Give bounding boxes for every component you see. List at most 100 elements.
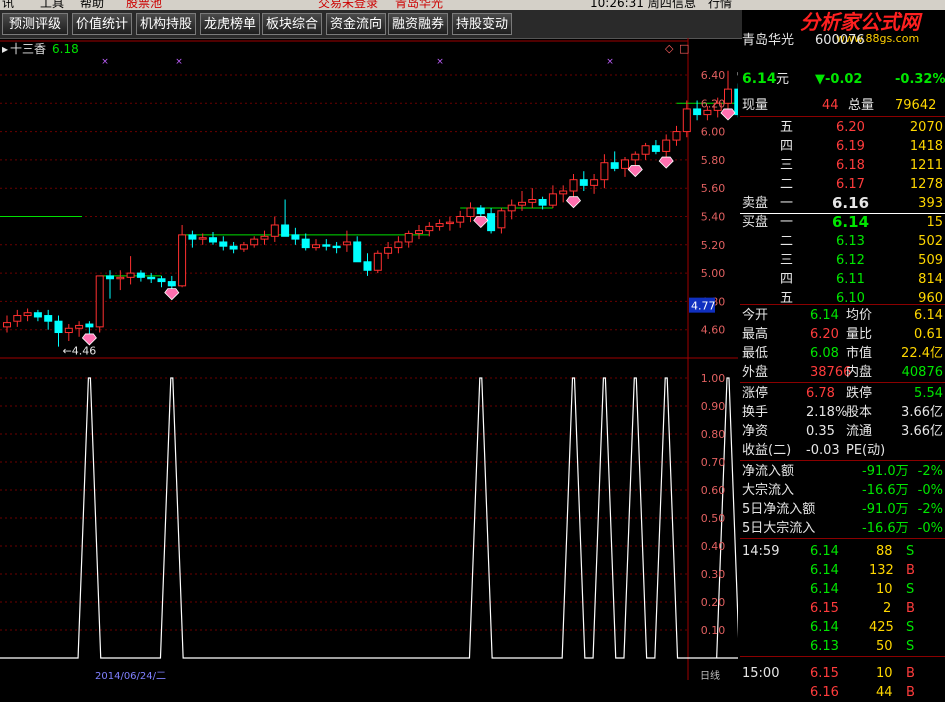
tab-forecast-rating[interactable]: 预测评级	[2, 13, 68, 35]
flow-pct: -2%	[917, 464, 943, 479]
menu-item-quote[interactable]: 行情	[708, 0, 732, 10]
menu-item-info[interactable]: 信息	[672, 0, 696, 10]
candle-body	[507, 204, 516, 212]
bid-row: 三 6.12 509	[740, 251, 945, 270]
flow-label: 大宗流入	[742, 483, 795, 498]
x-marker: ×	[606, 57, 614, 67]
tab-institution-holdings[interactable]: 机构持股	[136, 13, 196, 35]
ask-level: 三	[780, 158, 794, 173]
stat-value: 6.08	[810, 346, 839, 361]
stat-label: 流通	[846, 424, 873, 439]
tick-price: 6.16	[810, 685, 839, 700]
price-axis-label: 5.60	[701, 182, 726, 195]
tick-volume: 88	[876, 544, 893, 559]
osc-axis-label: 0.60	[701, 484, 726, 497]
candle-body	[250, 238, 259, 246]
price-marker-label: 4.77	[691, 300, 716, 313]
x-marker: ×	[436, 57, 444, 67]
stat-value: 6.14	[810, 308, 839, 323]
stat-row: 最低 6.08 市值 22.4亿	[740, 344, 945, 363]
tab-value-stats[interactable]: 价值统计	[72, 13, 132, 35]
candle-body	[384, 247, 393, 254]
flow-row: 5日净流入额 -91.0万 -2%	[740, 500, 945, 519]
candle-body	[487, 213, 496, 232]
candle-body	[3, 322, 11, 328]
price-axis-label: 5.80	[701, 154, 726, 167]
tick-volume: 132	[869, 563, 894, 578]
tick-side: B	[906, 563, 915, 578]
bid-level: 一	[780, 215, 794, 230]
stock-name-menu: 青岛华光	[395, 0, 444, 10]
price-axis-label: 5.20	[701, 239, 726, 252]
tick-price: 6.13	[810, 639, 839, 654]
stat-value: 40876	[901, 365, 943, 380]
gem-signal-icon	[658, 156, 674, 169]
chart-area[interactable]: × × × × ↖6.43 ←4.46 6.40 6.20 6.00 5.80 5.60 5.40…	[0, 38, 738, 680]
ask-level: 五	[780, 120, 794, 135]
candle-body	[703, 109, 712, 116]
candle-body	[291, 234, 300, 240]
tick-row: 6.14 10 S	[740, 580, 945, 599]
tab-holding-changes[interactable]: 持股变动	[452, 13, 512, 35]
last-price: 6.14	[742, 71, 777, 87]
current-vol-label: 现量	[742, 98, 769, 113]
osc-axis-label: 0.70	[701, 456, 726, 469]
stat-label: 最低	[742, 346, 769, 361]
clock: 10:26:31 周四	[590, 0, 672, 10]
buy-side-label: 买盘	[742, 215, 769, 230]
flow-label: 5日大宗流入	[742, 521, 816, 536]
bid-price: 6.13	[836, 234, 865, 249]
candle-body	[332, 245, 341, 249]
candle-body	[610, 162, 619, 169]
axes: 6.406.206.005.805.605.405.205.004.804.60…	[95, 69, 725, 680]
ask-row: 三 6.18 1211	[740, 156, 945, 175]
ask-volume: 393	[918, 196, 943, 211]
tab-margin[interactable]: 融资融券	[388, 13, 448, 35]
tick-row: 6.14 425 S	[740, 618, 945, 637]
candle-body	[631, 153, 640, 161]
candle-body	[528, 199, 537, 203]
menu-item[interactable]: 讯	[2, 0, 14, 10]
date-label: 2014/06/24/二	[95, 671, 166, 680]
menu-item-stockpool[interactable]: 股票池	[126, 0, 162, 10]
flow-label: 净流入额	[742, 464, 795, 479]
tab-dragon-tiger[interactable]: 龙虎榜单	[200, 13, 260, 35]
candle-body	[641, 145, 650, 155]
stat-label: 内盘	[846, 365, 873, 380]
flow-row: 净流入额 -91.0万 -2%	[740, 462, 945, 481]
kline-chart[interactable]: × × × × ↖6.43 ←4.46 6.40 6.20 6.00 5.80 5.60 5.40…	[0, 38, 738, 680]
candle-body	[672, 131, 681, 141]
tab-capital-flow[interactable]: 资金流向	[326, 13, 386, 35]
divider	[740, 382, 945, 383]
stat-row: 今开 6.14 均价 6.14	[740, 306, 945, 325]
tick-price: 6.14	[810, 582, 839, 597]
tick-time: 15:00	[742, 666, 780, 681]
tab-sector[interactable]: 板块综合	[262, 13, 322, 35]
ask-row: 二 6.17 1278	[740, 175, 945, 194]
ask-price: 6.17	[836, 177, 865, 192]
maximize-icon[interactable]: □	[679, 42, 689, 55]
diamond-icon[interactable]: ◇	[665, 42, 674, 55]
candle-body	[404, 232, 413, 243]
toolbar: 预测评级 价值统计 机构持股 龙虎榜单 板块综合 资金流向 融资融券 持股变动	[0, 10, 742, 39]
stat-label: PE(动)	[846, 443, 886, 458]
tick-volume: 10	[876, 582, 893, 597]
candle-body	[95, 275, 104, 328]
bid-level: 三	[780, 253, 794, 268]
stat-label: 净资	[742, 424, 769, 439]
stat-value: 2.18%	[806, 405, 848, 420]
stat-value: 22.4亿	[901, 346, 943, 361]
menu-item-tools[interactable]: 工具	[40, 0, 64, 10]
osc-axis-label: 0.10	[701, 624, 726, 637]
tick-price: 6.14	[810, 563, 839, 578]
ask-volume: 1278	[909, 177, 943, 192]
candle-body	[188, 234, 197, 240]
ask-row: 五 6.20 2070	[740, 118, 945, 137]
total-vol-label: 总量	[848, 98, 875, 113]
menu-item-help[interactable]: 帮助	[80, 0, 104, 10]
candle-body	[415, 230, 423, 234]
candle-body	[147, 276, 156, 280]
flow-pct: -0%	[917, 521, 943, 536]
stat-label: 量比	[846, 327, 873, 342]
candle-body	[167, 281, 176, 287]
